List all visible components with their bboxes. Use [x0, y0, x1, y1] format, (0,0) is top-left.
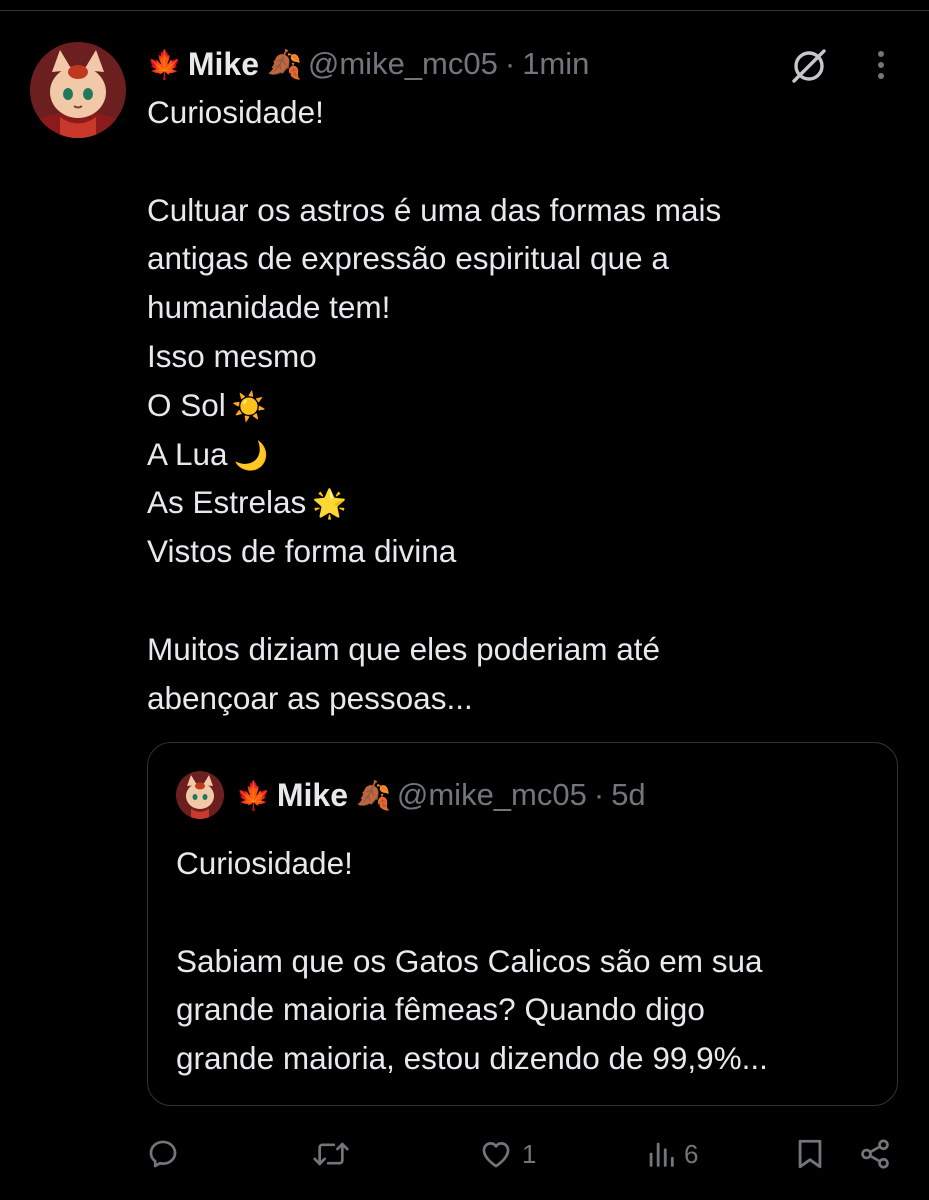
- views-count: 6: [684, 1138, 699, 1169]
- post-line-sun: O Sol ☀️: [147, 381, 867, 430]
- post-time[interactable]: 1min: [522, 46, 589, 82]
- quoted-line: Sabiam que os Gatos Calicos são em sua: [176, 942, 763, 979]
- bookmark-icon: [798, 1139, 822, 1169]
- avatar-image: [30, 42, 126, 138]
- bookmark-button[interactable]: [794, 1128, 826, 1180]
- share-button[interactable]: [858, 1128, 892, 1180]
- like-count: 1: [522, 1138, 537, 1169]
- quoted-line: grande maioria fêmeas? Quando digo: [176, 991, 705, 1028]
- post-line: Muitos diziam que eles poderiam até: [147, 630, 661, 667]
- like-button[interactable]: 1: [478, 1128, 536, 1180]
- post-line-star: As Estrelas 🌟: [147, 478, 867, 527]
- display-name[interactable]: Mike: [188, 46, 259, 83]
- post-line-text: O Sol: [147, 386, 226, 423]
- maple-leaf-emoji: 🍁: [147, 47, 182, 81]
- maple-leaf-emoji: 🍁: [236, 778, 271, 812]
- post-line: Cultuar os astros é uma das formas mais: [147, 191, 722, 228]
- reply-icon: [149, 1140, 177, 1168]
- star-emoji: 🌟: [312, 488, 348, 520]
- post-line: Curiosidade!: [147, 94, 324, 130]
- top-divider: [0, 10, 929, 11]
- fallen-leaf-emoji: 🍂: [356, 778, 391, 812]
- post-line-text: A Lua: [147, 435, 228, 472]
- separator-dot: ·: [504, 46, 516, 81]
- grok-icon[interactable]: [787, 44, 831, 88]
- post-line: humanidade tem!: [147, 289, 391, 326]
- share-icon: [861, 1139, 889, 1169]
- more-options-icon[interactable]: [866, 44, 896, 88]
- repost-icon: [313, 1142, 349, 1166]
- quoted-avatar[interactable]: [176, 771, 224, 819]
- quoted-user-handle: @mike_mc05: [396, 777, 587, 812]
- post-line: abençoar as pessoas...: [147, 679, 473, 716]
- post-line: Isso mesmo: [147, 337, 317, 374]
- quoted-post-card[interactable]: 🍁 Mike 🍂 @mike_mc05 · 5d Curiosidade! Sa…: [147, 742, 898, 1106]
- fallen-leaf-emoji: 🍂: [267, 47, 302, 81]
- post-text: Curiosidade! Cultuar os astros é uma das…: [147, 88, 867, 722]
- reply-button[interactable]: [146, 1128, 180, 1180]
- post-line: Vistos de forma divina: [147, 533, 457, 570]
- post-header: 🍁 Mike 🍂 @mike_mc05 · 1min: [147, 40, 589, 88]
- repost-button[interactable]: [312, 1128, 350, 1180]
- quoted-line: grande maioria, estou dizendo de 99,9%..…: [176, 1040, 768, 1077]
- quoted-avatar-image: [176, 771, 224, 819]
- quoted-header: 🍁 Mike 🍂 @mike_mc05 · 5d: [236, 771, 646, 819]
- moon-emoji: 🌙: [233, 439, 269, 471]
- sun-emoji: ☀️: [231, 390, 267, 422]
- quoted-display-name: Mike: [276, 776, 349, 813]
- action-bar: 1 6: [0, 1128, 929, 1180]
- post-line-moon: A Lua 🌙: [147, 430, 867, 479]
- quoted-text: Curiosidade! Sabiam que os Gatos Calicos…: [176, 839, 876, 1083]
- like-icon: [482, 1142, 510, 1168]
- views-button[interactable]: 6: [646, 1128, 698, 1180]
- post-line-text: As Estrelas: [147, 484, 307, 521]
- separator-dot: ·: [593, 777, 605, 812]
- quoted-time: 5d: [611, 777, 646, 812]
- user-handle[interactable]: @mike_mc05: [308, 46, 498, 82]
- quoted-line: Curiosidade!: [176, 845, 353, 881]
- views-icon: [649, 1142, 674, 1167]
- quoted-blank-line: [176, 888, 876, 937]
- avatar[interactable]: [30, 42, 126, 138]
- post-line: antigas de expressão espiritual que a: [147, 240, 669, 277]
